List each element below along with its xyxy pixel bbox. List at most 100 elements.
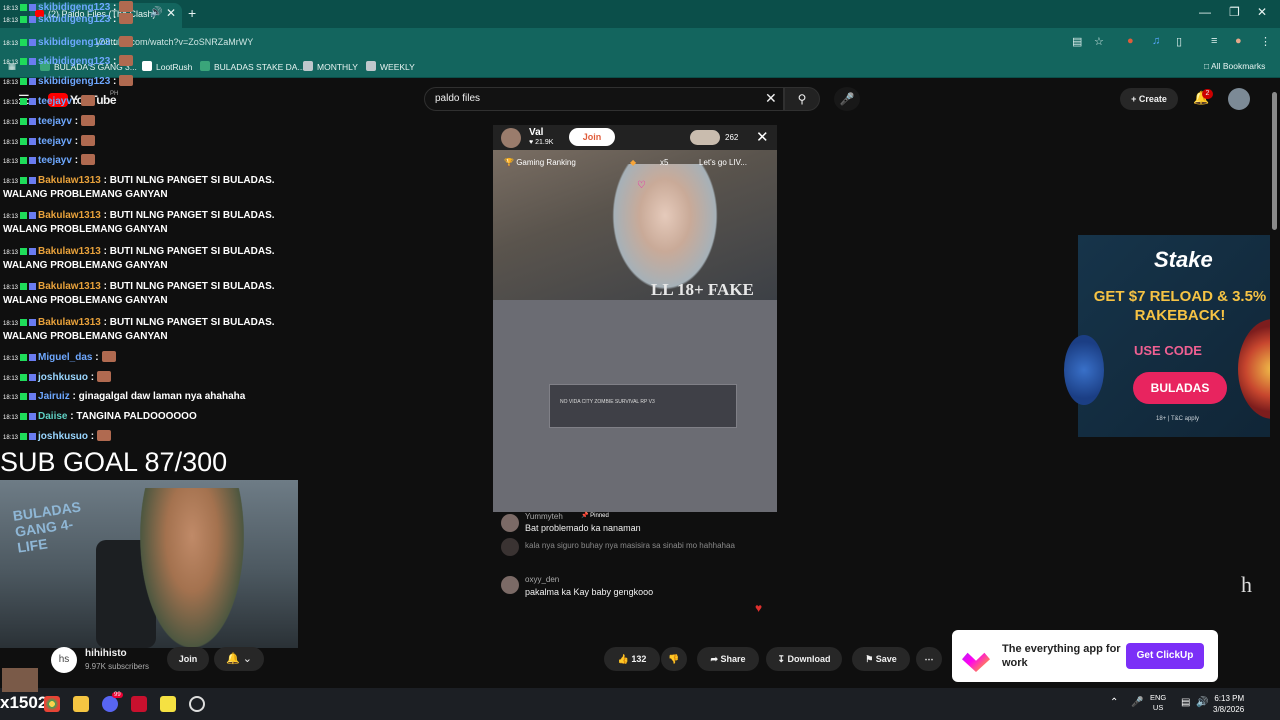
search-box[interactable]: paldo files ✕ xyxy=(424,87,784,111)
chrome-taskbar-icon[interactable] xyxy=(44,696,60,712)
search-input[interactable]: paldo files xyxy=(435,93,480,104)
microphone-icon: 🎤 xyxy=(839,92,855,106)
subscriber-badge-icon xyxy=(29,433,37,440)
close-player-icon[interactable]: ✕ xyxy=(756,128,769,146)
tray-expand-icon[interactable]: ⌃ xyxy=(1110,697,1118,708)
minimize-icon[interactable]: — xyxy=(1199,5,1211,19)
sticky-notes-taskbar-icon[interactable] xyxy=(160,696,176,712)
media-controls-icon[interactable]: ≡ xyxy=(1211,35,1217,47)
chat-message: 18:13 teejayv : xyxy=(3,153,96,170)
chat-username: Jairuiz xyxy=(38,391,70,402)
comment-text: pakalma ka Kay baby gengkooo xyxy=(525,587,654,597)
live-join-button[interactable]: Join xyxy=(569,128,615,146)
search-button[interactable]: ⚲ xyxy=(784,87,820,111)
bookmark-weekly[interactable]: WEEKLY xyxy=(366,61,415,72)
pinned-label: 📌 Pinned xyxy=(581,513,609,519)
thumbs-up-icon: 👍 xyxy=(617,654,632,664)
browser-menu-icon[interactable]: ⋮ xyxy=(1260,35,1271,48)
chat-separator: : xyxy=(92,352,99,363)
trophy-icon: 🏆 xyxy=(504,158,517,167)
chat-message: 18:13 Bakulaw1313 : BUTI NLNG PANGET SI B… xyxy=(3,173,275,190)
tab-audio-icon[interactable]: 🔊 xyxy=(150,7,162,18)
chat-username: teejayv xyxy=(38,116,72,127)
save-button[interactable]: ⚑ Save xyxy=(852,647,910,671)
create-button[interactable]: + Create xyxy=(1120,88,1178,110)
search-icon: ⚲ xyxy=(797,92,807,106)
microphone-tray-icon[interactable]: 🎤 xyxy=(1131,697,1143,708)
sub-goal-counter: SUB GOAL 87/300 xyxy=(0,447,228,477)
live-video-frame[interactable]: LL 18+ FAKE ♡ xyxy=(493,150,777,300)
extension-fox-icon[interactable]: ● xyxy=(1127,35,1134,47)
dislike-button[interactable]: 👎 xyxy=(661,647,687,671)
scrollbar-thumb[interactable] xyxy=(1272,92,1277,230)
chat-separator: : xyxy=(71,155,79,166)
chat-message: 18:13 skibidigeng123 : xyxy=(3,54,134,71)
save-icon: ⚑ xyxy=(865,654,876,664)
comment-text: kala nya siguro buhay nya masisira sa si… xyxy=(525,541,735,550)
more-actions-button[interactable]: ⋯ xyxy=(916,647,942,671)
streamer-name[interactable]: Val xyxy=(529,127,543,138)
window-close-icon[interactable]: ✕ xyxy=(1257,5,1267,19)
bookmark-monthly[interactable]: MONTHLY xyxy=(303,61,358,72)
chat-text: BUTI NLNG PANGET SI BULADAS. xyxy=(106,246,275,257)
voice-search-button[interactable]: 🎤 xyxy=(834,87,860,111)
stake-ad[interactable]: Stake GET $7 RELOAD & 3.5% RAKEBACK! USE… xyxy=(1064,235,1280,437)
game-video-frame[interactable]: NO VIDA CITY ZOMBIE SURVIVAL RP V3 xyxy=(493,300,777,512)
url-field[interactable]: youtube.com/watch?v=ZoSNRZaMrWY xyxy=(96,34,1056,51)
chat-emote-icon xyxy=(97,430,112,441)
chat-username: skibidigeng123 xyxy=(38,56,111,67)
browser-tab-strip: (2) Paldo Files (The Clash) 🔊 ✕ + — ❐ ✕ xyxy=(0,0,1280,28)
obs-taskbar-icon[interactable] xyxy=(189,696,205,712)
chat-username: Bakulaw1313 xyxy=(38,175,101,186)
profile-icon[interactable]: ● xyxy=(1235,35,1242,47)
corner-tag: x1502 xyxy=(0,693,48,712)
file-explorer-taskbar-icon[interactable] xyxy=(73,696,89,712)
promo-banner[interactable]: Let's go LIV... xyxy=(699,158,747,167)
comment-avatar xyxy=(501,514,519,532)
bookmark-lootrush[interactable]: LootRush xyxy=(142,61,192,72)
gaming-ranking[interactable]: 🏆 Gaming Ranking xyxy=(504,158,576,167)
system-clock[interactable]: 6:13 PM 3/8/2026 xyxy=(1213,693,1244,715)
clear-search-icon[interactable]: ✕ xyxy=(765,90,777,107)
bell-icon: 🔔 xyxy=(226,653,240,665)
live-comments: Yummyteh 📌 Pinned Bat problemado ka nana… xyxy=(493,512,777,612)
game-loading-dialog: NO VIDA CITY ZOMBIE SURVIVAL RP V3 xyxy=(549,384,737,428)
bookmark-star-icon[interactable]: ☆ xyxy=(1094,35,1104,48)
subscriber-badge-icon xyxy=(29,177,37,184)
subscriber-badge-icon xyxy=(29,39,37,46)
discord-taskbar-icon[interactable] xyxy=(102,696,118,712)
install-app-icon[interactable]: ▤ xyxy=(1072,35,1082,48)
kick-badge-icon xyxy=(20,393,28,400)
new-tab-icon[interactable]: + xyxy=(188,5,196,21)
channel-avatar[interactable]: hs xyxy=(51,647,77,673)
download-button[interactable]: ↧ Download xyxy=(766,647,842,671)
adobe-taskbar-icon[interactable] xyxy=(131,696,147,712)
wall-graffiti: BULADAS GANG 4-LIFE xyxy=(11,498,82,556)
kick-badge-icon xyxy=(20,177,28,184)
network-icon[interactable]: ▤ xyxy=(1181,697,1190,708)
bookmark-buladas-stake[interactable]: BULADAS STAKE DA... xyxy=(200,61,305,72)
account-avatar[interactable] xyxy=(1228,88,1250,110)
all-bookmarks[interactable]: □ All Bookmarks xyxy=(1204,61,1265,71)
share-button[interactable]: ➦ Share xyxy=(697,647,759,671)
clickup-cta-button[interactable]: Get ClickUp xyxy=(1126,643,1204,669)
streamer-avatar[interactable] xyxy=(501,128,521,148)
tab-close-icon[interactable]: ✕ xyxy=(166,6,176,20)
comment-avatar xyxy=(501,576,519,594)
chat-separator: : xyxy=(88,372,95,383)
like-button[interactable]: 👍 132 xyxy=(604,647,660,671)
channel-join-button[interactable]: Join xyxy=(167,647,209,671)
kick-badge-icon xyxy=(20,283,28,290)
volume-icon[interactable]: 🔊 xyxy=(1196,697,1208,708)
chat-timestamp: 18:13 xyxy=(3,250,19,256)
input-language[interactable]: ENG US xyxy=(1150,693,1166,713)
chat-username: Bakulaw1313 xyxy=(38,317,101,328)
channel-name[interactable]: hihihisto xyxy=(85,648,127,659)
extensions-puzzle-icon[interactable]: ▯ xyxy=(1176,35,1182,48)
subscription-bell-button[interactable]: 🔔 ⌄ xyxy=(214,647,264,671)
chat-timestamp: 18:13 xyxy=(3,321,19,327)
clickup-ad[interactable]: The everything app for work Get ClickUp xyxy=(952,630,1218,682)
extension-audio-icon[interactable]: ♫ xyxy=(1152,35,1160,47)
restore-icon[interactable]: ❐ xyxy=(1229,5,1240,19)
stake-code-button[interactable]: BULADAS xyxy=(1133,372,1227,404)
